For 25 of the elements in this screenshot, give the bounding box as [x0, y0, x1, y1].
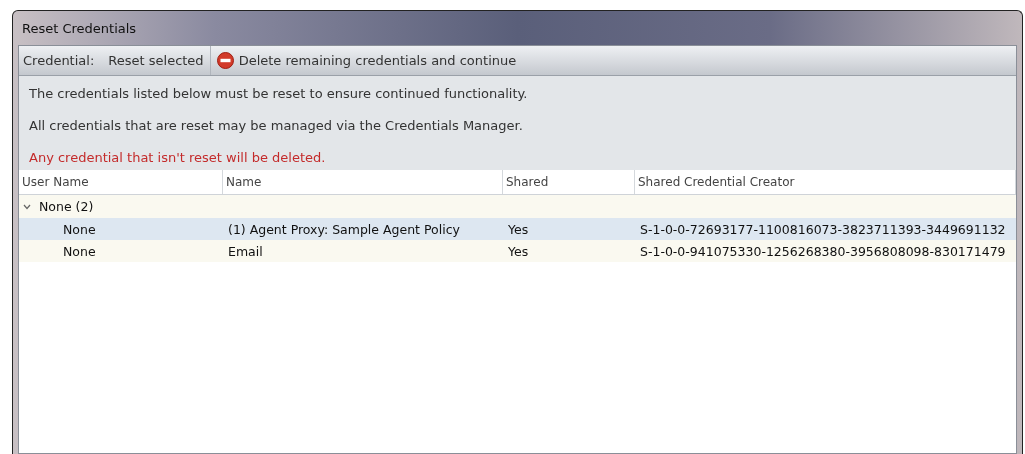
table-cell-text: S-1-0-0-72693177-1100816073-3823711393-3449691132	[639, 221, 1007, 237]
table-cell-text: Yes	[507, 221, 530, 237]
column-header[interactable]: Shared Credential Creator	[635, 170, 1016, 194]
info-text: All credentials that are reset may be managed via the Credentials Manager.	[29, 118, 524, 134]
table-cell-text: S-1-0-0-941075330-1256268380-3956808098-830171479	[639, 243, 1007, 259]
table-row[interactable]: None Email Yes S-1-0-0-941075330-1256268380-3956808098-830171479	[19, 240, 1016, 262]
delete-button[interactable]: Delete remaining credentials and continue	[209, 46, 523, 75]
window-title: Reset Credentials	[21, 19, 138, 38]
column-header[interactable]: Shared	[503, 170, 635, 194]
table-cell-text: (1) Agent Proxy: Sample Agent Policy	[227, 221, 461, 237]
expander-icon[interactable]	[23, 203, 31, 210]
table-cell-text: Email	[227, 243, 264, 259]
column-header[interactable]: User Name	[19, 170, 223, 194]
info-text: The credentials listed below must be reset to ensure continued functionality.	[29, 86, 529, 102]
toolbar-label: Credential:	[22, 53, 96, 68]
no-entry-icon	[216, 52, 234, 69]
table-cell-text: None	[62, 243, 97, 259]
group-label: None (2)	[39, 199, 94, 214]
reset-button[interactable]: Reset selected	[102, 46, 210, 75]
table-cell-text: None	[62, 221, 97, 237]
group-row[interactable]: None (2)	[19, 195, 1016, 218]
table-row[interactable]: None (1) Agent Proxy: Sample Agent Policy Yes S-1-0-0-72693177-1100816073-3823711393-3449691132	[19, 218, 1016, 240]
column-header[interactable]: Name	[223, 170, 503, 194]
warning-text: Any credential that isn't reset will be deleted.	[29, 150, 327, 166]
table-cell-text: Yes	[507, 243, 530, 259]
